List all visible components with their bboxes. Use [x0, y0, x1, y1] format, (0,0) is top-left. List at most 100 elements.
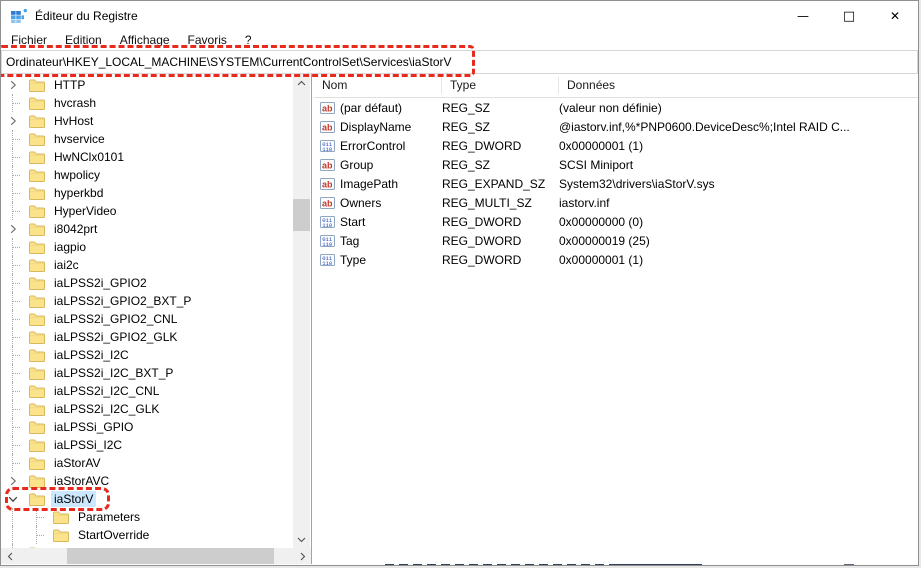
tree-item-label[interactable]: hyperkbd [51, 185, 106, 201]
tree-item-hwpolicy[interactable]: hwpolicy [1, 166, 293, 184]
tree-item-label[interactable]: iaLPSS2i_GPIO2_GLK [51, 329, 180, 345]
tree-item-label[interactable]: hvservice [51, 131, 108, 147]
tree-item-label[interactable]: iaLPSS2i_GPIO2_CNL [51, 311, 180, 327]
tree-item-label[interactable]: iagpio [51, 239, 89, 255]
tree-item-label[interactable]: iaStorAVC [51, 473, 112, 489]
value-row-type[interactable]: 011 110 Type REG_DWORD 0x00000001 (1) [314, 250, 918, 269]
tree-item-label[interactable]: HyperVideo [51, 203, 119, 219]
tree-item-ialpss2i_i2c_bxt_p[interactable]: iaLPSS2i_I2C_BXT_P [1, 364, 293, 382]
column-header-type[interactable]: Type [442, 77, 559, 94]
tree-item-http[interactable]: HTTP [1, 76, 293, 94]
value-row-group[interactable]: ab Group REG_SZ SCSI Miniport [314, 155, 918, 174]
tree-guide-line [5, 184, 21, 202]
vertical-scroll-thumb[interactable] [293, 199, 310, 231]
tree-item-label[interactable]: hwpolicy [51, 167, 103, 183]
horizontal-scroll-thumb[interactable] [67, 548, 274, 564]
tree-item-label[interactable]: iaLPSSi_I2C [51, 437, 125, 453]
scroll-right-icon[interactable] [294, 548, 311, 564]
watermark-strip [614, 564, 702, 565]
tree-item-hvhost[interactable]: HvHost [1, 112, 293, 130]
tree-item-ialpss2i_gpio2_bxt_p[interactable]: iaLPSS2i_GPIO2_BXT_P [1, 292, 293, 310]
value-row-imagepath[interactable]: ab ImagePath REG_EXPAND_SZ System32\drivers… [314, 174, 918, 193]
tree-item-label[interactable]: Parameters [75, 509, 143, 525]
svg-text:110: 110 [322, 146, 333, 153]
tree-item-ialpss2i_gpio2[interactable]: iaLPSS2i_GPIO2 [1, 274, 293, 292]
tree-item-iastorav[interactable]: iaStorAV [1, 454, 293, 472]
tree-guide-line [5, 436, 21, 454]
tree-item-hyperkbd[interactable]: hyperkbd [1, 184, 293, 202]
minimize-button[interactable]: — [780, 1, 826, 31]
menu-item-fichier[interactable]: Fichier [2, 31, 56, 50]
tree-item-label[interactable]: iaLPSS2i_GPIO2_BXT_P [51, 293, 194, 309]
scroll-left-icon[interactable] [1, 548, 18, 564]
svg-text:ab: ab [322, 122, 333, 132]
value-row-displayname[interactable]: ab DisplayName REG_SZ @iastorv.inf,%*PNP060… [314, 117, 918, 136]
value-row-tag[interactable]: 011 110 Tag REG_DWORD 0x00000019 (25) [314, 231, 918, 250]
chevron-right-icon[interactable] [5, 76, 21, 94]
tree-item-hypervideo[interactable]: HyperVideo [1, 202, 293, 220]
menu-item-edition[interactable]: Edition [56, 31, 111, 50]
tree-item-hwnclx0101[interactable]: HwNClx0101 [1, 148, 293, 166]
tree-item-ialpss2i_gpio2_cnl[interactable]: iaLPSS2i_GPIO2_CNL [1, 310, 293, 328]
chevron-right-icon[interactable] [5, 220, 21, 238]
folder-icon [29, 133, 45, 146]
tree-item-label[interactable]: i8042prt [51, 221, 100, 237]
tree-item-label[interactable]: iai2c [51, 257, 82, 273]
tree-item-iagpio[interactable]: iagpio [1, 238, 293, 256]
tree-item-ialpss2i_i2c_cnl[interactable]: iaLPSS2i_I2C_CNL [1, 382, 293, 400]
tree-item-label[interactable]: iaStorV [51, 491, 97, 507]
tree-item-iastoravc[interactable]: iaStorAVC [1, 472, 293, 490]
value-row-owners[interactable]: ab Owners REG_MULTI_SZ iastorv.inf [314, 193, 918, 212]
tree-item-label[interactable]: iaLPSS2i_I2C_CNL [51, 383, 162, 399]
address-input[interactable] [1, 50, 918, 74]
title-bar: Éditeur du Registre — □ ✕ [1, 1, 918, 31]
tree-item-label[interactable]: iaLPSSi_GPIO [51, 419, 136, 435]
values-header: Nom Type Données [314, 74, 918, 98]
tree-item-label[interactable]: iaLPSS2i_I2C_BXT_P [51, 365, 176, 381]
tree-item-ialpssi_i2c[interactable]: iaLPSSi_I2C [1, 436, 293, 454]
folder-icon [29, 331, 45, 344]
scroll-up-icon[interactable] [293, 74, 310, 91]
tree-item-i8042prt[interactable]: i8042prt [1, 220, 293, 238]
tree-item-hvservice[interactable]: hvservice [1, 130, 293, 148]
value-row-start[interactable]: 011 110 Start REG_DWORD 0x00000000 (0) [314, 212, 918, 231]
column-header-name[interactable]: Nom [314, 77, 442, 94]
column-header-data[interactable]: Données [559, 77, 918, 94]
value-type: REG_SZ [442, 100, 491, 115]
chevron-right-icon[interactable] [5, 472, 21, 490]
menu-item-affichage[interactable]: Affichage [111, 31, 179, 50]
tree-item-label[interactable]: iaStorAV [51, 455, 103, 471]
tree-item-label[interactable]: hvcrash [51, 95, 99, 111]
tree-item-iastorv[interactable]: iaStorV [1, 490, 293, 508]
svg-text:ab: ab [322, 179, 333, 189]
tree-item-ialpssi_gpio[interactable]: iaLPSSi_GPIO [1, 418, 293, 436]
tree-item-label[interactable]: iaLPSS2i_I2C_GLK [51, 401, 162, 417]
tree-item-label[interactable]: HvHost [51, 113, 96, 129]
chevron-right-icon[interactable] [5, 112, 21, 130]
menu-item-?[interactable]: ? [236, 31, 261, 50]
tree-guide-line [5, 310, 21, 328]
tree-item-ialpss2i_gpio2_glk[interactable]: iaLPSS2i_GPIO2_GLK [1, 328, 293, 346]
tree-item-iai2c[interactable]: iai2c [1, 256, 293, 274]
close-button[interactable]: ✕ [872, 1, 918, 31]
string-value-icon: ab [320, 158, 340, 172]
tree-item-ialpss2i_i2c[interactable]: iaLPSS2i_I2C [1, 346, 293, 364]
tree-item-label[interactable]: HwNClx0101 [51, 149, 127, 165]
menu-item-favoris[interactable]: Favoris [179, 31, 236, 50]
tree-horizontal-scrollbar[interactable] [1, 548, 311, 564]
folder-icon [29, 187, 45, 200]
value-row-errorcontrol[interactable]: 011 110 ErrorControl REG_DWORD 0x00000001 (1… [314, 136, 918, 155]
tree-vertical-scrollbar[interactable] [293, 74, 310, 548]
tree-item-label[interactable]: HTTP [51, 77, 88, 93]
scroll-down-icon[interactable] [293, 531, 310, 548]
tree-item-label[interactable]: iaLPSS2i_GPIO2 [51, 275, 150, 291]
tree-item-label[interactable]: StartOverride [75, 527, 152, 543]
tree-item-hvcrash[interactable]: hvcrash [1, 94, 293, 112]
tree-item-parameters[interactable]: Parameters [1, 508, 293, 526]
maximize-button[interactable]: □ [826, 1, 872, 31]
tree-item-startoverride[interactable]: StartOverride [1, 526, 293, 544]
value-row-pardfaut[interactable]: ab (par défaut) REG_SZ (valeur non définie) [314, 98, 918, 117]
chevron-down-icon[interactable] [5, 490, 21, 508]
tree-item-ialpss2i_i2c_glk[interactable]: iaLPSS2i_I2C_GLK [1, 400, 293, 418]
tree-item-label[interactable]: iaLPSS2i_I2C [51, 347, 132, 363]
